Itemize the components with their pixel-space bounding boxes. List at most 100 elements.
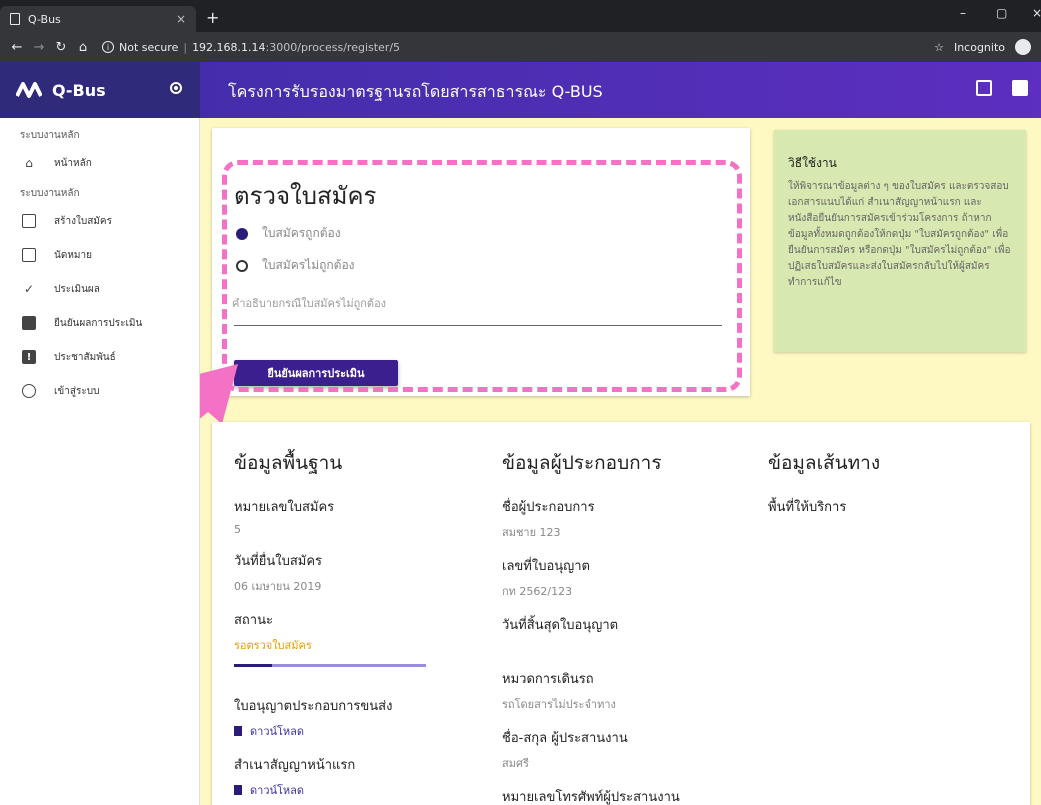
info-icon[interactable]: i [102,41,114,53]
howto-card: วิธีใช้งาน ให้พิจารณาข้อมูลต่าง ๆ ของใบส… [774,130,1026,352]
sidebar: ระบบงานหลัก ⌂ หน้าหลัก ระบบงานหลัก สร้าง… [0,118,200,805]
forward-icon[interactable]: → [28,40,50,55]
sidebar-item-label: เข้าสู่ระบบ [54,385,100,397]
contract-doc-label: สำเนาสัญญาหน้าแรก [234,758,356,773]
home-icon[interactable]: ⌂ [72,40,94,55]
sidebar-toggle-icon[interactable] [170,82,182,94]
new-tab-button[interactable]: + [206,8,219,27]
sidebar-item-appointment[interactable]: นัดหมาย [0,238,199,272]
clipboard-icon [22,214,36,228]
category-label: หมวดการเดินรถ [502,672,594,687]
sidebar-item-create[interactable]: สร้างใบสมัคร [0,204,199,238]
tab-close-icon[interactable]: × [176,12,186,26]
expiry-label: วันที่สิ้นสุดใบอนุญาต [502,618,619,633]
page-title: โครงการรับรองมาตรฐานรถโดยสารสาธารณะ Q-BU… [228,82,603,101]
announcement-icon: ! [22,350,36,364]
home-icon: ⌂ [25,156,33,170]
url-path: :3000/process/register/5 [265,40,401,54]
contract-download-link[interactable]: ดาวน์โหลด [234,781,484,799]
howto-title: วิธีใช้งาน [788,156,837,170]
fullscreen-icon[interactable] [976,80,992,96]
incognito-label: Incognito [953,40,1005,54]
sidebar-item-announcement[interactable]: ! ประชาสัมพันธ์ [0,340,199,374]
option-invalid[interactable]: ใบสมัครไม่ถูกต้อง [236,256,355,275]
close-window-icon[interactable]: × [1032,6,1041,20]
sidebar-item-login[interactable]: เข้าสู่ระบบ [0,374,199,408]
back-icon[interactable]: ← [6,40,28,55]
radio-unselected-icon[interactable] [236,259,248,272]
option-valid[interactable]: ใบสมัครถูกต้อง [236,224,341,243]
sidebar-item-confirm[interactable]: ยืนยันผลการประเมิน [0,306,199,340]
app-no-label: หมายเลขใบสมัคร [234,500,335,515]
file-icon [234,726,242,736]
date-label: วันที่ยื่นใบสมัคร [234,554,323,569]
main-content: ตรวจใบสมัคร ใบสมัครถูกต้อง ใบสมัครไม่ถูก… [200,118,1041,805]
status-label: สถานะ [234,613,273,628]
reason-input[interactable] [234,314,722,326]
reason-label: คำอธิบายกรณีใบสมัครไม่ถูกต้อง [232,297,387,310]
basic-title: ข้อมูลพื้นฐาน [234,452,343,474]
sidebar-item-label: หน้าหลัก [54,157,92,169]
option-invalid-label: ใบสมัครไม่ถูกต้อง [262,258,355,272]
sidebar-item-home[interactable]: ⌂ หน้าหลัก [0,146,199,180]
app-no-value: 5 [234,523,241,536]
coordinator-value: สมศรี [502,757,529,770]
expiry-value [502,641,752,654]
url-security: Not secure [119,40,179,54]
page-icon [10,13,20,25]
date-value: 06 เมษายน 2019 [234,580,322,593]
sidebar-item-label: นัดหมาย [54,249,92,261]
file-icon [234,785,242,795]
chat-icon [22,248,36,262]
face-icon [22,384,36,398]
browser-tabbar: Q-Bus × + – ▢ × [0,0,1041,32]
sidebar-section-main: ระบบงานหลัก [20,130,80,141]
basic-info-column: ข้อมูลพื้นฐาน หมายเลขใบสมัคร 5 วันที่ยื่… [234,448,484,805]
radio-selected-icon[interactable] [236,227,248,240]
howto-body: ให้พิจารณาข้อมูลต่าง ๆ ของใบสมัคร และตรว… [788,181,1011,288]
reload-icon[interactable]: ↻ [50,40,72,55]
sidebar-item-label: สร้างใบสมัคร [54,215,112,227]
book-icon [22,316,36,330]
operator-info-column: ข้อมูลผู้ประกอบการ ชื่อผู้ประกอบการ สมชา… [502,448,752,805]
browser-tab[interactable]: Q-Bus × [0,6,196,32]
route-title: ข้อมูลเส้นทาง [768,452,881,474]
operator-title: ข้อมูลผู้ประกอบการ [502,452,662,474]
operator-name-label: ชื่อผู้ประกอบการ [502,500,595,515]
browser-address-bar: ← → ↻ ⌂ i Not secure | 192.168.1.14 :300… [0,32,1041,62]
sidebar-header: Q-Bus [0,62,200,118]
brand-name: Q-Bus [52,80,106,100]
minimize-icon[interactable]: – [960,6,966,20]
license-download-link[interactable]: ดาวน์โหลด [234,722,484,740]
status-progress-bar [234,664,426,667]
status-value: รอตรวจใบสมัคร [234,639,312,652]
coordinator-label: ชื่อ-สกุล ผู้ประสานงาน [502,731,628,746]
sidebar-item-label: ประชาสัมพันธ์ [54,351,116,363]
license-no-value: กท 2562/123 [502,585,573,598]
license-no-label: เลขที่ใบอนุญาต [502,559,590,574]
sidebar-item-label: ประเมินผล [54,283,100,295]
review-title: ตรวจใบสมัคร [234,182,377,210]
url-host: 192.168.1.14 [192,40,266,54]
logo-icon [16,82,42,98]
sidebar-item-evaluate[interactable]: ✓ ประเมินผล [0,272,199,306]
app-header: Q-Bus โครงการรับรองมาตรฐานรถโดยสารสาธารณ… [0,62,1041,118]
license-doc-label: ใบอนุญาตประกอบการขนส่ง [234,699,393,714]
check-icon: ✓ [23,282,35,296]
operator-name-value: สมชาย 123 [502,526,561,539]
review-card: ตรวจใบสมัคร ใบสมัครถูกต้อง ใบสมัครไม่ถูก… [212,128,750,396]
incognito-icon[interactable] [1015,39,1031,55]
sidebar-section-work: ระบบงานหลัก [20,188,80,199]
coordinator-phone-label: หมายเลขโทรศัพท์ผู้ประสานงาน [502,790,680,805]
info-card: ข้อมูลพื้นฐาน หมายเลขใบสมัคร 5 วันที่ยื่… [212,422,1030,805]
maximize-icon[interactable]: ▢ [996,6,1007,20]
account-box-icon[interactable] [1012,80,1028,96]
option-valid-label: ใบสมัครถูกต้อง [262,226,341,240]
star-icon[interactable]: ☆ [934,41,944,54]
service-area-label: พื้นที่ให้บริการ [768,500,847,515]
confirm-evaluation-button[interactable]: ยืนยันผลการประเมิน [234,360,398,386]
route-info-column: ข้อมูลเส้นทาง พื้นที่ให้บริการ [768,448,1018,531]
url-field[interactable]: i Not secure | 192.168.1.14 :3000/proces… [102,41,400,54]
category-value: รถโดยสารไม่ประจำทาง [502,698,616,711]
sidebar-item-label: ยืนยันผลการประเมิน [54,317,143,329]
